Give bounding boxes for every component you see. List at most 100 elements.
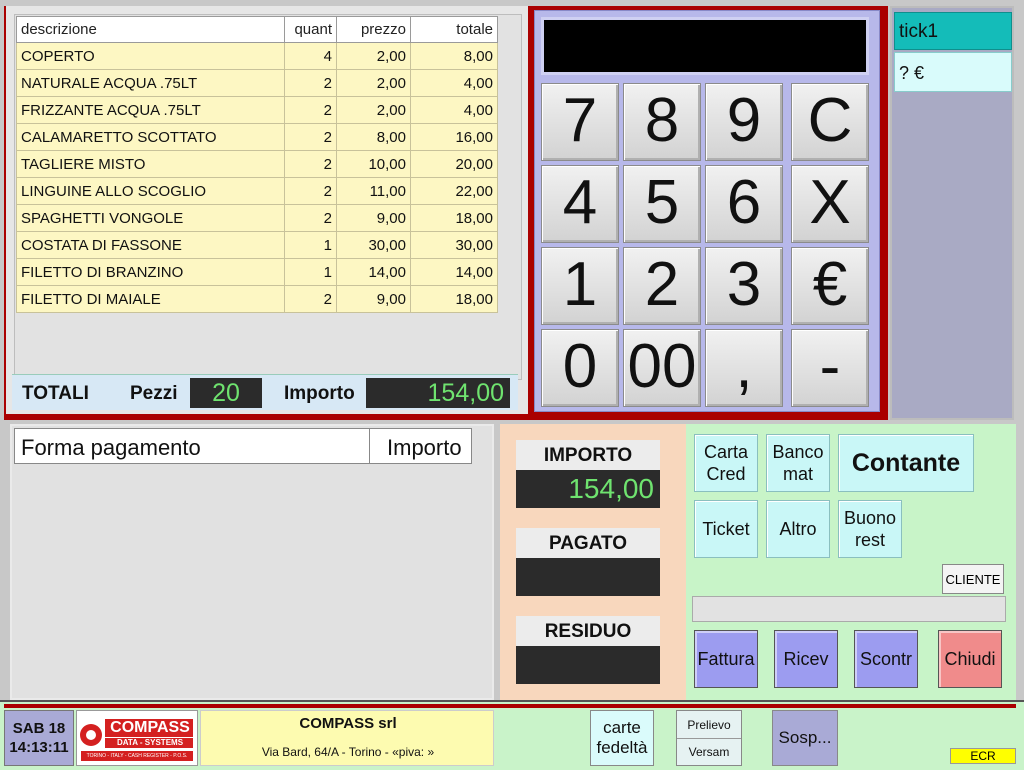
company-name: COMPASS srl [299,715,397,732]
order-row[interactable]: TAGLIERE MISTO 2 10,00 20,00 [16,150,498,178]
cliente-field[interactable] [692,596,1006,622]
order-cell-qty: 1 [284,258,337,286]
keypad-frame: 7 8 9 C 4 5 6 X 1 2 3 €0 00, - [534,10,880,412]
summary-importo-value: 154,00 [516,470,660,508]
key-comma-button[interactable]: , [705,329,783,407]
prelievo-versam-button[interactable]: Prelievo Versam [676,710,742,766]
altro-button[interactable]: Altro [766,500,830,558]
carta-cred-button[interactable]: Carta Cred [694,434,758,492]
key-clear-button[interactable]: C [791,83,869,161]
payment-summary: IMPORTO 154,00 PAGATO RESIDUO [500,424,686,700]
order-row[interactable]: LINGUINE ALLO SCOGLIO 2 11,00 22,00 [16,177,498,205]
order-cell-qty: 2 [284,204,337,232]
order-cell-desc: CALAMARETTO SCOTTATO [16,123,285,151]
ecr-badge: ECR [950,748,1016,764]
order-cell-total: 20,00 [410,150,498,178]
summary-residuo-value [516,646,660,684]
scontr-button[interactable]: Scontr [854,630,918,688]
logo-tagline: TORINO - ITALY - CASH REGISTER - P.O.S. [86,753,188,759]
order-col-total: totale [410,16,498,43]
order-col-qty: quant [284,16,337,43]
company-info: COMPASS srl Via Bard, 64/A - Torino - «p… [200,710,494,766]
sospendi-button[interactable]: Sosp... [772,710,838,766]
importo-label: Importo [284,383,355,404]
clock-time: 14:13:11 [9,739,69,756]
status-divider [4,704,1016,708]
order-cell-price: 8,00 [336,123,411,151]
order-row[interactable]: FRIZZANTE ACQUA .75LT 2 2,00 4,00 [16,96,498,124]
key-8-button[interactable]: 8 [623,83,701,161]
order-cell-desc: NATURALE ACQUA .75LT [16,69,285,97]
order-cell-desc: SPAGHETTI VONGOLE [16,204,285,232]
key-9-button[interactable]: 9 [705,83,783,161]
payment-method-column: Forma pagamento [21,435,201,460]
payment-list-header: Forma pagamento Importo [14,428,472,464]
logo-subtitle: DATA - SYSTEMS [116,738,184,747]
chiudi-button[interactable]: Chiudi [938,630,1002,688]
order-cell-price: 9,00 [336,204,411,232]
order-row[interactable]: COSTATA DI FASSONE 1 30,00 30,00 [16,231,498,259]
ticket-tab[interactable]: tick1 [894,12,1012,50]
order-cell-price: 2,00 [336,42,411,70]
totals-label: TOTALI [22,383,89,404]
order-cell-qty: 2 [284,285,337,313]
order-row[interactable]: CALAMARETTO SCOTTATO 2 8,00 16,00 [16,123,498,151]
key-00-button[interactable]: 00 [623,329,701,407]
summary-importo-label: IMPORTO [516,440,660,470]
logo-name: COMPASS [110,719,190,736]
key-4-button[interactable]: 4 [541,165,619,243]
order-table[interactable]: descrizione quant prezzo totale COPERTO 4 2,0… [16,16,498,313]
key-minus-button[interactable]: - [791,329,869,407]
cliente-button[interactable]: CLIENTE [942,564,1004,594]
order-cell-total: 18,00 [410,204,498,232]
compass-logo: COMPASS DATA - SYSTEMS TORINO - ITALY - … [76,710,198,766]
pezzi-display: 20 [190,378,262,408]
key-1-button[interactable]: 1 [541,247,619,325]
order-cell-desc: FILETTO DI MAIALE [16,285,285,313]
key-euro-button[interactable]: € [791,247,869,325]
order-cell-price: 10,00 [336,150,411,178]
order-cell-total: 16,00 [410,123,498,151]
order-row[interactable]: SPAGHETTI VONGOLE 2 9,00 18,00 [16,204,498,232]
ticket-button[interactable]: Ticket [694,500,758,558]
buono-rest-button[interactable]: Buono rest [838,500,902,558]
order-cell-desc: TAGLIERE MISTO [16,150,285,178]
key-0-button[interactable]: 0 [541,329,619,407]
key-cancel-button[interactable]: X [791,165,869,243]
order-cell-total: 18,00 [410,285,498,313]
order-cell-total: 22,00 [410,177,498,205]
fattura-button[interactable]: Fattura [694,630,758,688]
order-cell-qty: 2 [284,150,337,178]
order-row[interactable]: COPERTO 4 2,00 8,00 [16,42,498,70]
order-cell-qty: 1 [284,231,337,259]
order-cell-total: 4,00 [410,69,498,97]
contante-button[interactable]: Contante [838,434,974,492]
order-cell-desc: LINGUINE ALLO SCOGLIO [16,177,285,205]
key-3-button[interactable]: 3 [705,247,783,325]
summary-pagato-label: PAGATO [516,528,660,558]
keypad-panel: 7 8 9 C 4 5 6 X 1 2 3 €0 00, - [528,6,888,420]
order-cell-total: 8,00 [410,42,498,70]
order-cell-total: 30,00 [410,231,498,259]
payment-list[interactable]: Forma pagamento Importo [10,424,494,700]
key-7-button[interactable]: 7 [541,83,619,161]
ricev-button[interactable]: Ricev [774,630,838,688]
column-divider [369,429,370,463]
company-address: Via Bard, 64/A - Torino - «piva: » [261,745,435,759]
order-cell-desc: COPERTO [16,42,285,70]
totals-bar: TOTALI Pezzi 20 Importo 154,00 [12,374,518,410]
order-row[interactable]: NATURALE ACQUA .75LT 2 2,00 4,00 [16,69,498,97]
order-cell-total: 14,00 [410,258,498,286]
key-2-button[interactable]: 2 [623,247,701,325]
order-cell-qty: 2 [284,69,337,97]
bancomat-button[interactable]: Banco mat [766,434,830,492]
order-row[interactable]: FILETTO DI BRANZINO 1 14,00 14,00 [16,258,498,286]
carte-fedelta-button[interactable]: carte fedeltà [590,710,654,766]
key-5-button[interactable]: 5 [623,165,701,243]
key-6-button[interactable]: 6 [705,165,783,243]
ticket-amount[interactable]: ? € [894,52,1012,92]
order-cell-desc: COSTATA DI FASSONE [16,231,285,259]
date-day: SAB 18 [12,720,66,737]
ticket-panel: tick1 ? € [890,6,1014,420]
order-row[interactable]: FILETTO DI MAIALE 2 9,00 18,00 [16,285,498,313]
